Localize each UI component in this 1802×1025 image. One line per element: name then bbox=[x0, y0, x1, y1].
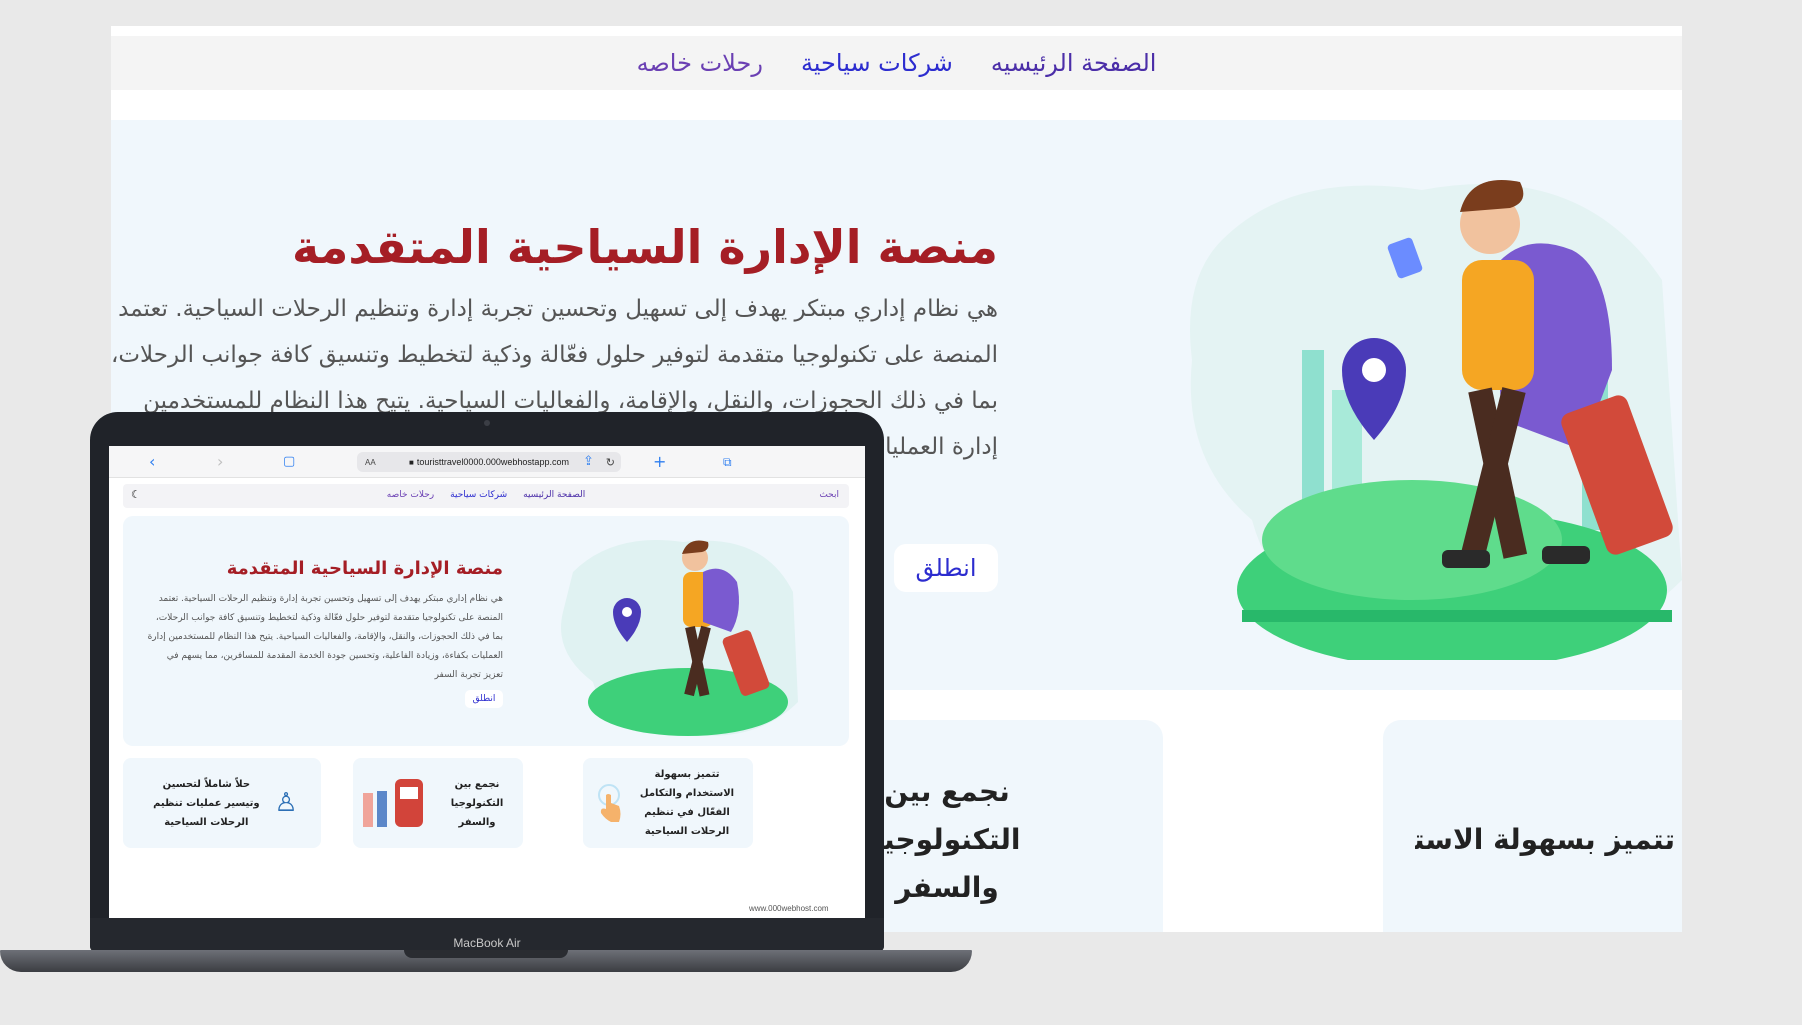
host-footer-link[interactable]: www.000webhost.com bbox=[749, 904, 829, 913]
nav-special-trips-link[interactable]: رحلات خاصه bbox=[637, 49, 763, 77]
inner-nav-special-trips-link[interactable]: رحلات خاصه bbox=[387, 490, 434, 500]
inner-card-text: تتميز بسهولة الاستخدام والتكامل الفعّال … bbox=[639, 769, 735, 837]
new-tab-icon[interactable]: + bbox=[653, 452, 666, 472]
inner-nav-companies-link[interactable]: شركات سياحية bbox=[450, 490, 507, 500]
train-travelers-icon bbox=[363, 779, 423, 827]
inner-nav-links: الصفحة الرئيسيه شركات سياحية رحلات خاصه bbox=[123, 490, 849, 500]
business-person-icon: ♙ bbox=[274, 788, 298, 818]
address-bar[interactable]: AA ■ touristtravel0000.000webhostapp.com… bbox=[357, 452, 621, 472]
forward-icon[interactable]: › bbox=[217, 452, 223, 472]
reload-icon[interactable]: ↻ bbox=[606, 456, 615, 469]
inner-nav: ☾ الصفحة الرئيسيه شركات سياحية رحلات خاص… bbox=[123, 484, 849, 508]
start-button[interactable]: انطلق bbox=[894, 544, 998, 592]
tabs-icon[interactable]: ⧉ bbox=[723, 452, 732, 472]
laptop-screen: ‹ › ▢ AA ■ touristtravel0000.000webhosta… bbox=[109, 446, 865, 918]
text-size-button[interactable]: AA bbox=[365, 458, 376, 467]
laptop-hinge-notch bbox=[404, 950, 568, 958]
hero-title: منصة الإدارة السياحية المتقدمة bbox=[292, 220, 998, 274]
inner-traveler-illustration bbox=[561, 540, 798, 736]
laptop-brand-label: MacBook Air bbox=[453, 936, 521, 950]
inner-card-tech-travel: نجمع بين التكنولوجيا والسفر bbox=[353, 758, 523, 848]
nav-home-link[interactable]: الصفحة الرئيسيه bbox=[991, 49, 1157, 77]
inner-card-ease-of-use: تتميز بسهولة الاستخدام والتكامل الفعّال … bbox=[583, 758, 753, 848]
inner-card-text: حلاً شاملاً لتحسين وتيسير عمليات تنظيم ا… bbox=[153, 778, 260, 828]
inner-hero-description: هي نظام إداري مبتكر يهدف إلى تسهيل وتحسي… bbox=[147, 594, 503, 680]
inner-hero-section: منصة الإدارة السياحية المتقدمة هي نظام إ… bbox=[123, 516, 849, 746]
touch-hand-icon bbox=[598, 784, 621, 822]
laptop-base bbox=[0, 950, 972, 972]
inner-start-button[interactable]: انطلق bbox=[465, 690, 503, 708]
nav-companies-link[interactable]: شركات سياحية bbox=[801, 49, 953, 77]
inner-card-text: نجمع بين التكنولوجيا والسفر bbox=[450, 778, 504, 828]
inner-nav-home-link[interactable]: الصفحة الرئيسيه bbox=[523, 490, 585, 500]
camera-icon bbox=[484, 420, 490, 426]
macbook-mockup: ‹ › ▢ AA ■ touristtravel0000.000webhosta… bbox=[90, 412, 884, 952]
feature-card-ease-of-use: تتميز بسهولة الاستخدام والتكامل الفعّال … bbox=[1383, 720, 1682, 932]
feature-card-text: تتميز بسهولة الاستخدام والتكامل الفعّال … bbox=[1415, 823, 1675, 856]
lock-icon: ■ bbox=[409, 457, 414, 467]
back-icon[interactable]: ‹ bbox=[149, 452, 155, 472]
url-text: touristtravel0000.000webhostapp.com bbox=[416, 457, 569, 467]
browser-toolbar: ‹ › ▢ AA ■ touristtravel0000.000webhosta… bbox=[109, 446, 865, 478]
bookmarks-icon[interactable]: ▢ bbox=[283, 452, 295, 472]
share-icon[interactable]: ⇪ bbox=[583, 452, 594, 472]
search-link[interactable]: ابحث bbox=[819, 490, 839, 500]
top-nav: الصفحة الرئيسيه شركات سياحية رحلات خاصه bbox=[111, 36, 1682, 90]
inner-card-comprehensive: ♙ حلاً شاملاً لتحسين وتيسير عمليات تنظيم… bbox=[123, 758, 321, 848]
inner-hero-title: منصة الإدارة السياحية المتقدمة bbox=[226, 558, 503, 579]
traveler-illustration bbox=[1190, 180, 1682, 660]
